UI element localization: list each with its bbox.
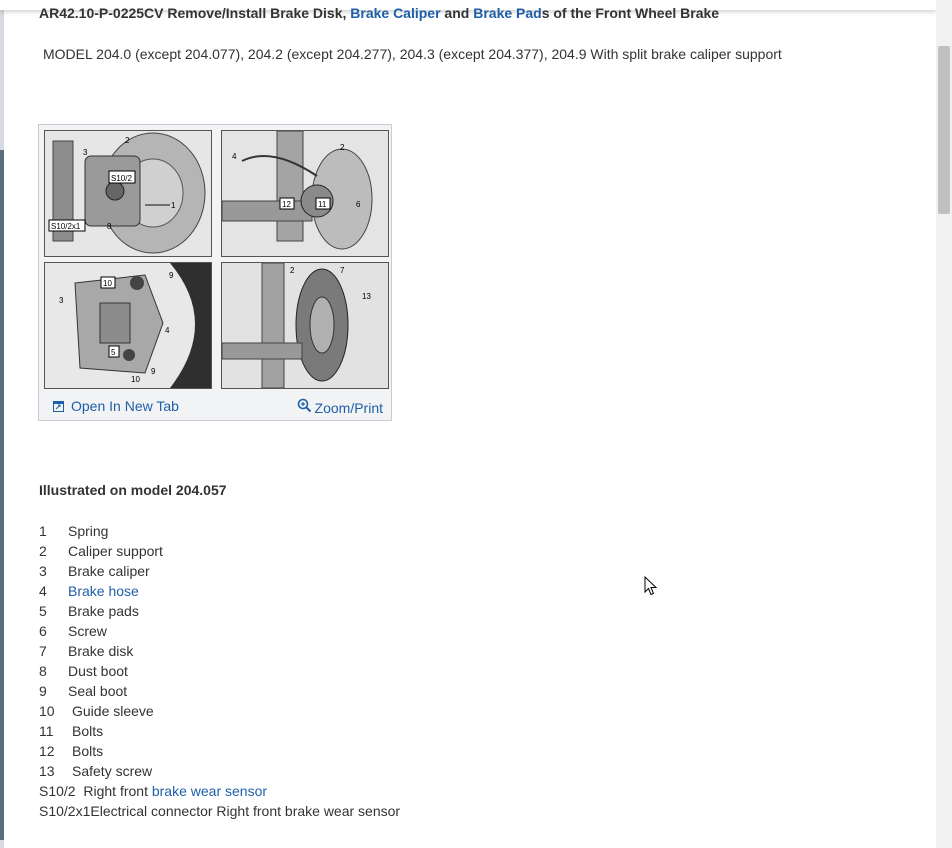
legend-label: Electrical connector Right front brake w… — [90, 803, 401, 819]
label-7: 7 — [340, 266, 345, 275]
label-2-side: 2 — [340, 143, 345, 152]
list-item: 1 Spring — [39, 522, 400, 542]
list-item: 7 Brake disk — [39, 642, 400, 662]
scrollbar-thumb[interactable] — [938, 46, 950, 214]
panel-3-drawing: 10 9 3 4 5 10 9 — [45, 263, 211, 388]
legend-num: 6 — [39, 623, 47, 639]
legend-list: 1 Spring 2 Caliper support 3 Brake caliper … — [39, 522, 400, 822]
legend-label: Screw — [68, 623, 107, 639]
label-6: 6 — [356, 200, 361, 209]
list-item: 10 Guide sleeve — [39, 702, 400, 722]
legend-label: Dust boot — [68, 663, 128, 679]
legend-num: 4 — [39, 583, 47, 599]
legend-num: 10 — [39, 703, 55, 719]
legend-label: Caliper support — [68, 543, 163, 559]
legend-label: Spring — [68, 523, 109, 539]
legend-num: 12 — [39, 743, 55, 759]
legend-num: 9 — [39, 683, 47, 699]
label-5: 5 — [111, 348, 116, 357]
list-item: 13 Safety screw — [39, 762, 400, 782]
panel-2-drawing: 4 2 12 11 6 — [222, 131, 388, 256]
open-in-new-tab-button[interactable]: Open In New Tab — [53, 398, 179, 414]
legend-num: 7 — [39, 643, 47, 659]
list-item: 12 Bolts — [39, 742, 400, 762]
mouse-cursor-icon — [644, 576, 658, 596]
label-2-disk: 2 — [290, 266, 295, 275]
figure-panel-disk: 2 7 13 — [221, 262, 389, 389]
label-12: 12 — [282, 200, 291, 209]
legend-label: Right front — [83, 783, 152, 799]
legend-num: 1 — [39, 523, 47, 539]
list-item: 4 Brake hose — [39, 582, 400, 602]
label-10-bottom: 10 — [131, 375, 140, 384]
legend-label: Guide sleeve — [72, 703, 154, 719]
title-prefix: AR42.10-P-0225CV Remove/Install Brake Di… — [39, 5, 351, 21]
title-mid: and — [440, 5, 474, 21]
label-9-bottom: 9 — [151, 367, 156, 376]
illustrated-heading: Illustrated on model 204.057 — [39, 482, 227, 498]
figure-panel-caliper-side: 4 2 12 11 6 — [221, 130, 389, 257]
legend-label: Bolts — [72, 723, 104, 739]
label-2: 2 — [125, 136, 130, 145]
label-4-detail: 4 — [165, 326, 170, 335]
legend-label: Safety screw — [72, 763, 153, 779]
list-item: 2 Caliper support — [39, 542, 400, 562]
legend-num: S10/2x1 — [39, 803, 91, 819]
list-item: 8 Dust boot — [39, 662, 400, 682]
label-1: 1 — [171, 201, 176, 210]
list-item: 6 Screw — [39, 622, 400, 642]
panel-4-drawing: 2 7 13 — [222, 263, 388, 388]
left-edge-marker — [0, 150, 4, 840]
list-item: 3 Brake caliper — [39, 562, 400, 582]
legend-label: Brake caliper — [68, 563, 150, 579]
label-10-top: 10 — [103, 279, 112, 288]
figure-toolbar: Open In New Tab Zoom/Print — [43, 392, 387, 418]
zoom-print-label: Zoom/Print — [314, 400, 383, 416]
brake-pad-link[interactable]: Brake Pad — [473, 5, 541, 21]
list-item: 9 Seal boot — [39, 682, 400, 702]
list-item: 5 Brake pads — [39, 602, 400, 622]
label-4: 4 — [232, 152, 237, 161]
figure-panel-caliper-detail: 10 9 3 4 5 10 9 — [44, 262, 212, 389]
label-3-detail: 3 — [59, 296, 64, 305]
legend-num: 11 — [39, 723, 54, 739]
title-suffix: s of the Front Wheel Brake — [541, 5, 720, 21]
brake-hose-link[interactable]: Brake hose — [68, 583, 139, 599]
model-line: MODEL 204.0 (except 204.077), 204.2 (exc… — [43, 46, 782, 62]
page-title: AR42.10-P-0225CV Remove/Install Brake Di… — [39, 5, 719, 21]
legend-label: Brake disk — [68, 643, 134, 659]
brake-caliper-link[interactable]: Brake Caliper — [350, 5, 440, 21]
brake-illustration-figure[interactable]: S10/2 2 3 1 S10/2x1 8 4 2 12 11 6 10 9 3… — [38, 124, 392, 421]
legend-num: 2 — [39, 543, 47, 559]
legend-num: 13 — [39, 763, 55, 779]
legend-num: S10/2 — [39, 783, 76, 799]
figure-panel-caliper-front: S10/2 2 3 1 S10/2x1 8 — [44, 130, 212, 257]
list-item: S10/2x1Electrical connector Right front … — [39, 802, 400, 822]
legend-label: Bolts — [72, 743, 104, 759]
label-11: 11 — [318, 200, 327, 209]
zoom-icon — [297, 398, 311, 412]
new-tab-icon — [53, 400, 64, 412]
label-13: 13 — [362, 292, 371, 301]
zoom-print-button[interactable]: Zoom/Print — [297, 394, 383, 416]
legend-label: Seal boot — [68, 683, 128, 699]
legend-num: 3 — [39, 563, 47, 579]
legend-label: Brake pads — [68, 603, 139, 619]
label-s10-2x1: S10/2x1 — [51, 222, 81, 231]
list-item: S10/2 Right front brake wear sensor — [39, 782, 400, 802]
legend-num: 5 — [39, 603, 47, 619]
brake-wear-sensor-link[interactable]: brake wear sensor — [152, 783, 267, 799]
label-8: 8 — [107, 222, 112, 231]
open-in-new-tab-label: Open In New Tab — [71, 398, 179, 414]
label-9-top: 9 — [169, 271, 174, 280]
legend-num: 8 — [39, 663, 47, 679]
label-s10-2: S10/2 — [111, 174, 132, 183]
panel-1-drawing: S10/2 2 3 1 S10/2x1 8 — [45, 131, 211, 256]
label-3: 3 — [83, 148, 88, 157]
list-item: 11 Bolts — [39, 722, 400, 742]
